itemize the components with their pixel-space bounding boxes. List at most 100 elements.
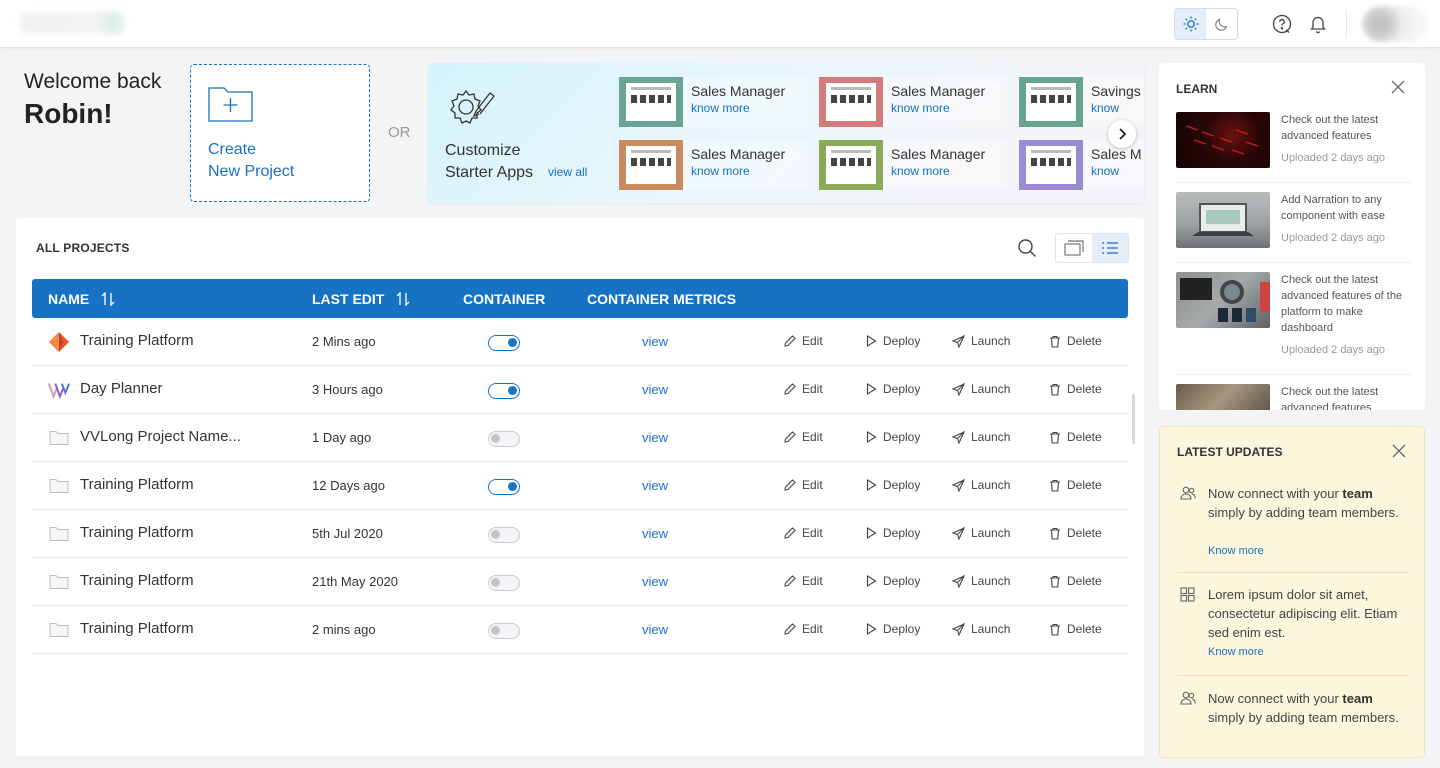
deploy-button[interactable]: Deploy: [865, 382, 920, 396]
know-more-link[interactable]: know more: [691, 101, 807, 115]
view-mode-toggle[interactable]: [1055, 233, 1129, 263]
starter-app-card[interactable]: Sales Manager know more: [619, 77, 807, 127]
card-view-button[interactable]: [1056, 234, 1092, 262]
view-metrics-link[interactable]: view: [642, 382, 668, 397]
theme-toggle[interactable]: [1174, 8, 1238, 40]
starter-app-card[interactable]: Sales Manager know more: [819, 77, 1007, 127]
table-row[interactable]: Training Platform 5th Jul 2020 view Edit Dep…: [32, 510, 1128, 558]
edit-button[interactable]: Edit: [784, 334, 823, 348]
edit-button[interactable]: Edit: [784, 382, 823, 396]
edit-button[interactable]: Edit: [784, 622, 823, 636]
know-more-link[interactable]: know more: [891, 164, 1007, 178]
table-row[interactable]: Training Platform 2 mins ago view Edit Deplo…: [32, 606, 1128, 654]
table-scrollbar[interactable]: [1132, 394, 1135, 444]
learn-item-date: Uploaded 2 days ago: [1281, 232, 1385, 244]
sort-icon[interactable]: [396, 292, 410, 306]
dark-theme-button[interactable]: [1206, 9, 1237, 39]
container-toggle[interactable]: [488, 575, 520, 591]
view-all-link[interactable]: view all: [548, 165, 587, 179]
container-toggle[interactable]: [488, 527, 520, 543]
delete-button[interactable]: Delete: [1049, 622, 1102, 636]
container-toggle[interactable]: [488, 479, 520, 495]
launch-button[interactable]: Launch: [952, 382, 1010, 396]
delete-button[interactable]: Delete: [1049, 430, 1102, 444]
delete-button[interactable]: Delete: [1049, 382, 1102, 396]
know-more-link[interactable]: Know more: [1208, 545, 1264, 557]
launch-button[interactable]: Launch: [952, 574, 1010, 588]
edit-button[interactable]: Edit: [784, 574, 823, 588]
project-name[interactable]: Training Platform: [80, 332, 194, 349]
notifications-button[interactable]: [1306, 12, 1330, 36]
deploy-button[interactable]: Deploy: [865, 430, 920, 444]
view-metrics-link[interactable]: view: [642, 478, 668, 493]
know-more-link[interactable]: Know more: [1208, 646, 1264, 658]
deploy-button[interactable]: Deploy: [865, 622, 920, 636]
help-button[interactable]: [1270, 12, 1294, 36]
know-more-link[interactable]: know: [1091, 101, 1144, 115]
learn-item[interactable]: Check out the latest advanced features U…: [1176, 112, 1412, 176]
table-row[interactable]: Training Platform 2 Mins ago view Edit Deplo…: [32, 318, 1128, 366]
know-more-link[interactable]: know more: [691, 164, 807, 178]
grid-icon: [1180, 587, 1195, 602]
view-metrics-link[interactable]: view: [642, 430, 668, 445]
create-project-line2: New Project: [208, 163, 295, 180]
edit-button[interactable]: Edit: [784, 478, 823, 492]
launch-button[interactable]: Launch: [952, 622, 1010, 636]
know-more-link[interactable]: know: [1091, 164, 1144, 178]
container-toggle[interactable]: [488, 335, 520, 351]
starter-app-card[interactable]: Sales Manager know more: [819, 140, 1007, 190]
launch-button[interactable]: Launch: [952, 334, 1010, 348]
table-row[interactable]: Training Platform 21th May 2020 view Edit De…: [32, 558, 1128, 606]
project-name[interactable]: Training Platform: [80, 524, 194, 541]
app-logo[interactable]: [20, 12, 124, 34]
search-icon[interactable]: [1017, 238, 1037, 258]
learn-item[interactable]: Add Narration to any component with ease…: [1176, 192, 1412, 256]
launch-button[interactable]: Launch: [952, 430, 1010, 444]
launch-button[interactable]: Launch: [952, 526, 1010, 540]
edit-button[interactable]: Edit: [784, 526, 823, 540]
learn-item[interactable]: Check out the latest advanced features: [1176, 384, 1412, 410]
deploy-button[interactable]: Deploy: [865, 478, 920, 492]
deploy-button[interactable]: Deploy: [865, 526, 920, 540]
pencil-icon: [784, 431, 796, 443]
divider: [1176, 182, 1412, 183]
delete-button[interactable]: Delete: [1049, 526, 1102, 540]
table-row[interactable]: Day Planner 3 Hours ago view Edit Deploy Laun…: [32, 366, 1128, 414]
delete-button[interactable]: Delete: [1049, 478, 1102, 492]
list-view-button[interactable]: [1092, 234, 1128, 262]
light-theme-button[interactable]: [1175, 9, 1206, 39]
container-toggle[interactable]: [488, 431, 520, 447]
close-icon[interactable]: [1392, 444, 1406, 458]
sort-icon[interactable]: [101, 292, 115, 306]
project-name[interactable]: Training Platform: [80, 620, 194, 637]
delete-button[interactable]: Delete: [1049, 574, 1102, 588]
learn-item[interactable]: Check out the latest advanced features o…: [1176, 272, 1412, 360]
user-avatar[interactable]: [1362, 6, 1428, 42]
view-metrics-link[interactable]: view: [642, 526, 668, 541]
delete-label: Delete: [1067, 526, 1102, 540]
column-name[interactable]: NAME: [48, 291, 115, 307]
project-name[interactable]: Training Platform: [80, 476, 194, 493]
deploy-button[interactable]: Deploy: [865, 334, 920, 348]
create-project-card[interactable]: Create New Project: [190, 64, 370, 202]
edit-button[interactable]: Edit: [784, 430, 823, 444]
view-metrics-link[interactable]: view: [642, 574, 668, 589]
launch-button[interactable]: Launch: [952, 478, 1010, 492]
project-name[interactable]: Training Platform: [80, 572, 194, 589]
table-row[interactable]: VVLong Project Name... 1 Day ago view Edit D…: [32, 414, 1128, 462]
deploy-button[interactable]: Deploy: [865, 574, 920, 588]
column-last-edit[interactable]: LAST EDIT: [312, 291, 410, 307]
starter-app-card[interactable]: Sales Manager know more: [619, 140, 807, 190]
view-metrics-link[interactable]: view: [642, 334, 668, 349]
project-name[interactable]: VVLong Project Name...: [80, 428, 241, 445]
view-metrics-link[interactable]: view: [642, 622, 668, 637]
delete-button[interactable]: Delete: [1049, 334, 1102, 348]
close-icon[interactable]: [1391, 80, 1405, 94]
table-row[interactable]: Training Platform 12 Days ago view Edit Depl…: [32, 462, 1128, 510]
launch-label: Launch: [971, 574, 1011, 588]
carousel-next-button[interactable]: [1108, 120, 1136, 148]
container-toggle[interactable]: [488, 383, 520, 399]
know-more-link[interactable]: know more: [891, 101, 1007, 115]
project-name[interactable]: Day Planner: [80, 380, 163, 397]
container-toggle[interactable]: [488, 623, 520, 639]
